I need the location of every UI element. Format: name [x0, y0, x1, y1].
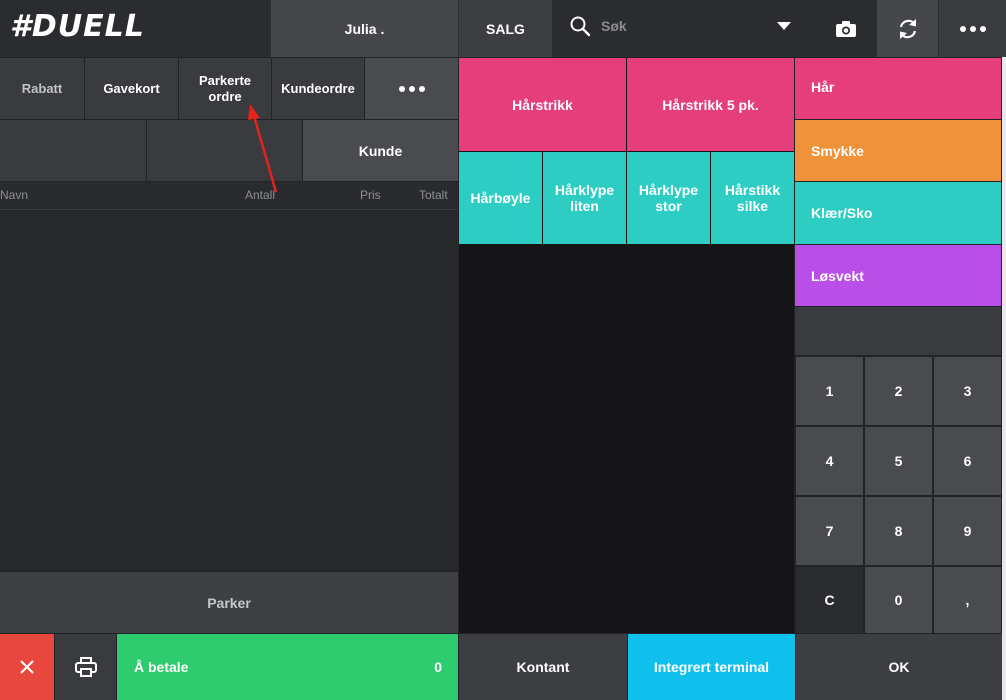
product-label-line2: stor — [655, 198, 682, 214]
parkerte-label-line1: Parkerte — [198, 72, 252, 88]
kontant-label: Kontant — [516, 659, 570, 675]
category-har[interactable]: Hår — [795, 58, 1001, 119]
search-bar[interactable] — [553, 0, 798, 57]
key-label: 8 — [894, 523, 903, 539]
product-label-line2: silke — [736, 198, 769, 214]
a-betale-button[interactable]: Å betale 0 — [117, 634, 458, 700]
window-edge — [1002, 57, 1006, 700]
terminal-label: Integrert terminal — [653, 659, 770, 675]
product-label-line1: Hårstikk — [724, 182, 781, 198]
search-input[interactable] — [601, 14, 761, 38]
category-label: Smykke — [811, 142, 864, 159]
print-button[interactable] — [55, 634, 116, 700]
key-label: 0 — [894, 592, 903, 608]
camera-icon — [835, 20, 857, 38]
col-totalt: Totalt — [419, 188, 448, 202]
more-menu-button[interactable] — [939, 0, 1006, 57]
key-clear[interactable]: C — [796, 567, 863, 633]
key-label: 7 — [825, 523, 834, 539]
gavekort-button[interactable]: Gavekort — [85, 58, 178, 119]
kontant-button[interactable]: Kontant — [459, 634, 627, 700]
category-losvekt[interactable]: Løsvekt — [795, 245, 1001, 306]
category-empty — [795, 307, 1001, 355]
category-label: Klær/Sko — [811, 205, 873, 221]
key-8[interactable]: 8 — [865, 497, 932, 565]
a-betale-label: Å betale — [134, 659, 189, 675]
key-0[interactable]: 0 — [865, 567, 932, 633]
key-label: 2 — [894, 383, 903, 399]
more-icon — [959, 25, 986, 32]
category-klaer-sko[interactable]: Klær/Sko — [795, 182, 1001, 244]
key-label: 3 — [963, 383, 972, 399]
product-harklype-stor[interactable]: Hårklype stor — [627, 152, 710, 244]
product-label-line2: liten — [570, 198, 599, 214]
ok-button[interactable]: OK — [796, 634, 1002, 700]
parker-label: Parker — [207, 594, 251, 611]
key-comma[interactable]: , — [934, 567, 1001, 633]
order-list — [0, 211, 458, 571]
parker-button[interactable]: Parker — [0, 572, 458, 633]
printer-icon — [74, 657, 97, 677]
product-harstikk-silke[interactable]: Hårstikk silke — [711, 152, 794, 244]
key-label: , — [965, 592, 970, 608]
ok-label: OK — [888, 659, 910, 675]
key-label: 9 — [963, 523, 972, 539]
chevron-down-icon[interactable] — [777, 22, 791, 31]
key-7[interactable]: 7 — [796, 497, 863, 565]
rabatt-button[interactable]: Rabatt — [0, 58, 84, 119]
logo-text: #DUELL — [10, 8, 145, 44]
product-label: Hårstrikk 5 pk. — [662, 96, 759, 113]
category-label: Løsvekt — [811, 267, 864, 284]
key-1[interactable]: 1 — [796, 357, 863, 425]
product-harstrikk-5pk[interactable]: Hårstrikk 5 pk. — [627, 58, 794, 151]
user-button[interactable]: Julia . — [271, 0, 458, 57]
product-label: Hårstrikk — [512, 96, 573, 113]
key-3[interactable]: 3 — [934, 357, 1001, 425]
total-amount: 0 — [434, 659, 442, 675]
parkerte-label-line2: ordre — [208, 88, 242, 104]
category-smykke[interactable]: Smykke — [795, 120, 1001, 181]
product-label: Hårbøyle — [470, 190, 531, 206]
product-harklype-liten[interactable]: Hårklype liten — [543, 152, 626, 244]
camera-button[interactable] — [815, 0, 877, 57]
more-actions-button[interactable] — [365, 58, 458, 119]
key-label: 6 — [963, 453, 972, 469]
kundeordre-label: Kundeordre — [281, 80, 355, 96]
key-4[interactable]: 4 — [796, 427, 863, 495]
gavekort-label: Gavekort — [103, 80, 160, 96]
search-icon — [569, 15, 591, 37]
kunde-label: Kunde — [358, 142, 403, 159]
logo: #DUELL — [10, 6, 180, 46]
refresh-icon — [896, 17, 920, 41]
key-5[interactable]: 5 — [865, 427, 932, 495]
integrert-terminal-button[interactable]: Integrert terminal — [628, 634, 795, 700]
key-label: C — [824, 592, 835, 608]
customer-slot-1[interactable] — [0, 120, 146, 181]
more-dots-icon — [398, 85, 425, 92]
key-label: 5 — [894, 453, 903, 469]
order-table-header: Navn Antall Pris Totalt — [0, 182, 458, 210]
key-6[interactable]: 6 — [934, 427, 1001, 495]
close-icon — [19, 659, 35, 675]
mode-button-salg[interactable]: SALG — [459, 0, 552, 57]
product-label-line1: Hårklype — [554, 182, 615, 198]
col-navn: Navn — [0, 188, 29, 202]
product-harboyle[interactable]: Hårbøyle — [459, 152, 542, 244]
rabatt-label: Rabatt — [21, 80, 63, 96]
product-harstrikk[interactable]: Hårstrikk — [459, 58, 626, 151]
col-pris: Pris — [360, 188, 381, 202]
product-label-line1: Hårklype — [638, 182, 699, 198]
key-label: 1 — [825, 383, 834, 399]
kunde-button[interactable]: Kunde — [303, 120, 458, 181]
key-label: 4 — [825, 453, 834, 469]
key-9[interactable]: 9 — [934, 497, 1001, 565]
key-2[interactable]: 2 — [865, 357, 932, 425]
annotation-arrow — [240, 100, 290, 200]
cancel-button[interactable] — [0, 634, 54, 700]
mode-label: SALG — [486, 20, 525, 37]
refresh-button[interactable] — [877, 0, 938, 57]
category-label: Hår — [811, 79, 835, 95]
user-name: Julia . — [344, 20, 385, 37]
